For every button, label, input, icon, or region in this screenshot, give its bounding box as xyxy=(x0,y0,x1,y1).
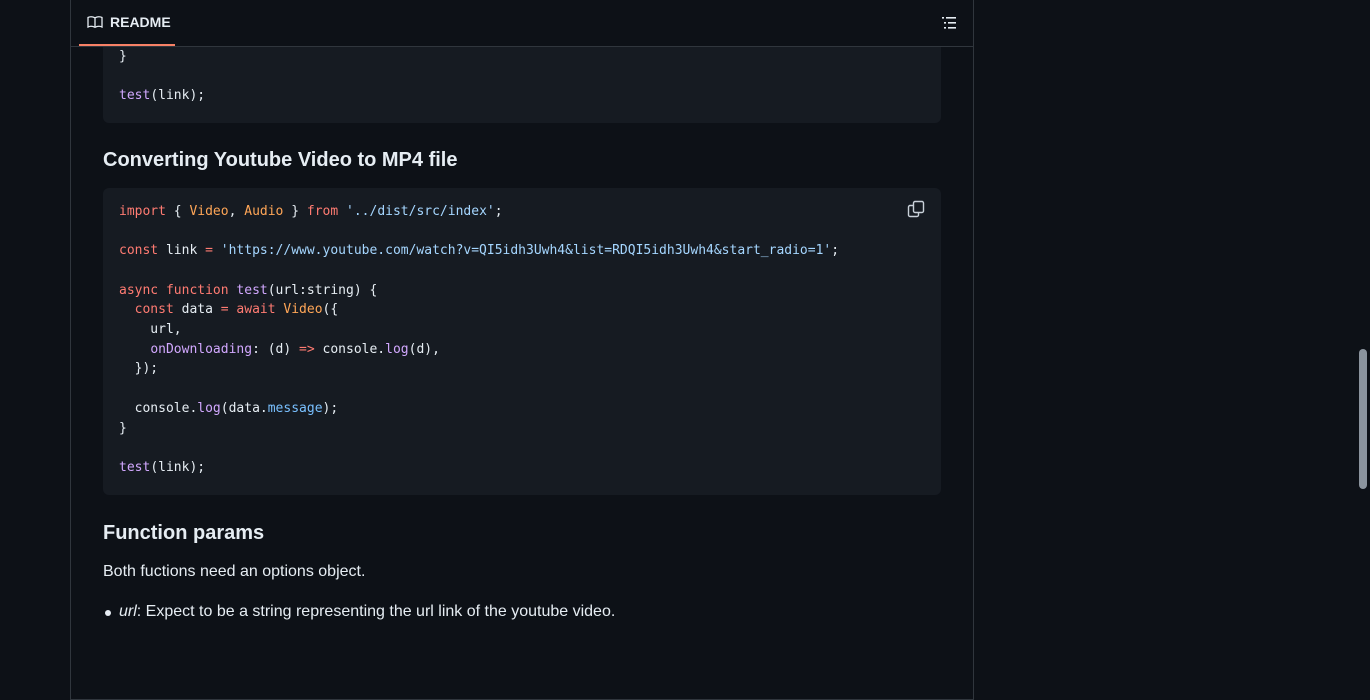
code-block-convert: import { Video, Audio } from '../dist/sr… xyxy=(103,188,941,495)
book-icon xyxy=(87,14,103,30)
scrollbar-thumb[interactable] xyxy=(1359,349,1367,489)
code-line: url, xyxy=(119,322,182,337)
list-item: url: Expect to be a string representing … xyxy=(105,603,616,621)
param-desc: : Expect to be a string representing the… xyxy=(136,603,616,620)
code-line: onDownloading: (d) => console.log(d), xyxy=(150,342,440,357)
param-name: url xyxy=(119,603,137,620)
code-line: test(link); xyxy=(119,88,206,103)
readme-tab[interactable]: README xyxy=(79,0,175,46)
section-heading-convert: Converting Youtube Video to MP4 file xyxy=(103,149,458,171)
section-heading-params: Function params xyxy=(103,522,265,544)
code-line: test(link); xyxy=(119,460,206,475)
scrollbar-track[interactable] xyxy=(1356,0,1370,637)
code-line: console.log(data.message); xyxy=(119,401,339,416)
code-line: const data = await Video({ xyxy=(119,302,339,317)
readme-panel: README } test(link); Converting Youtube … xyxy=(70,0,974,700)
copy-icon[interactable] xyxy=(907,200,927,220)
code-line: } xyxy=(119,49,127,64)
readme-tab-label: README xyxy=(110,13,171,30)
code-line: async function test(url:string) { xyxy=(119,283,378,298)
readme-header: README xyxy=(71,0,973,47)
bullet-dot xyxy=(105,610,111,616)
code-line: const link = 'https://www.youtube.com/wa… xyxy=(119,243,840,258)
params-intro: Both fuctions need an options object. xyxy=(103,563,366,580)
code-line: }); xyxy=(119,361,159,376)
code-line: } xyxy=(119,421,127,436)
code-line: import { Video, Audio } from '../dist/sr… xyxy=(119,204,503,219)
list-outline-icon[interactable] xyxy=(941,15,957,31)
